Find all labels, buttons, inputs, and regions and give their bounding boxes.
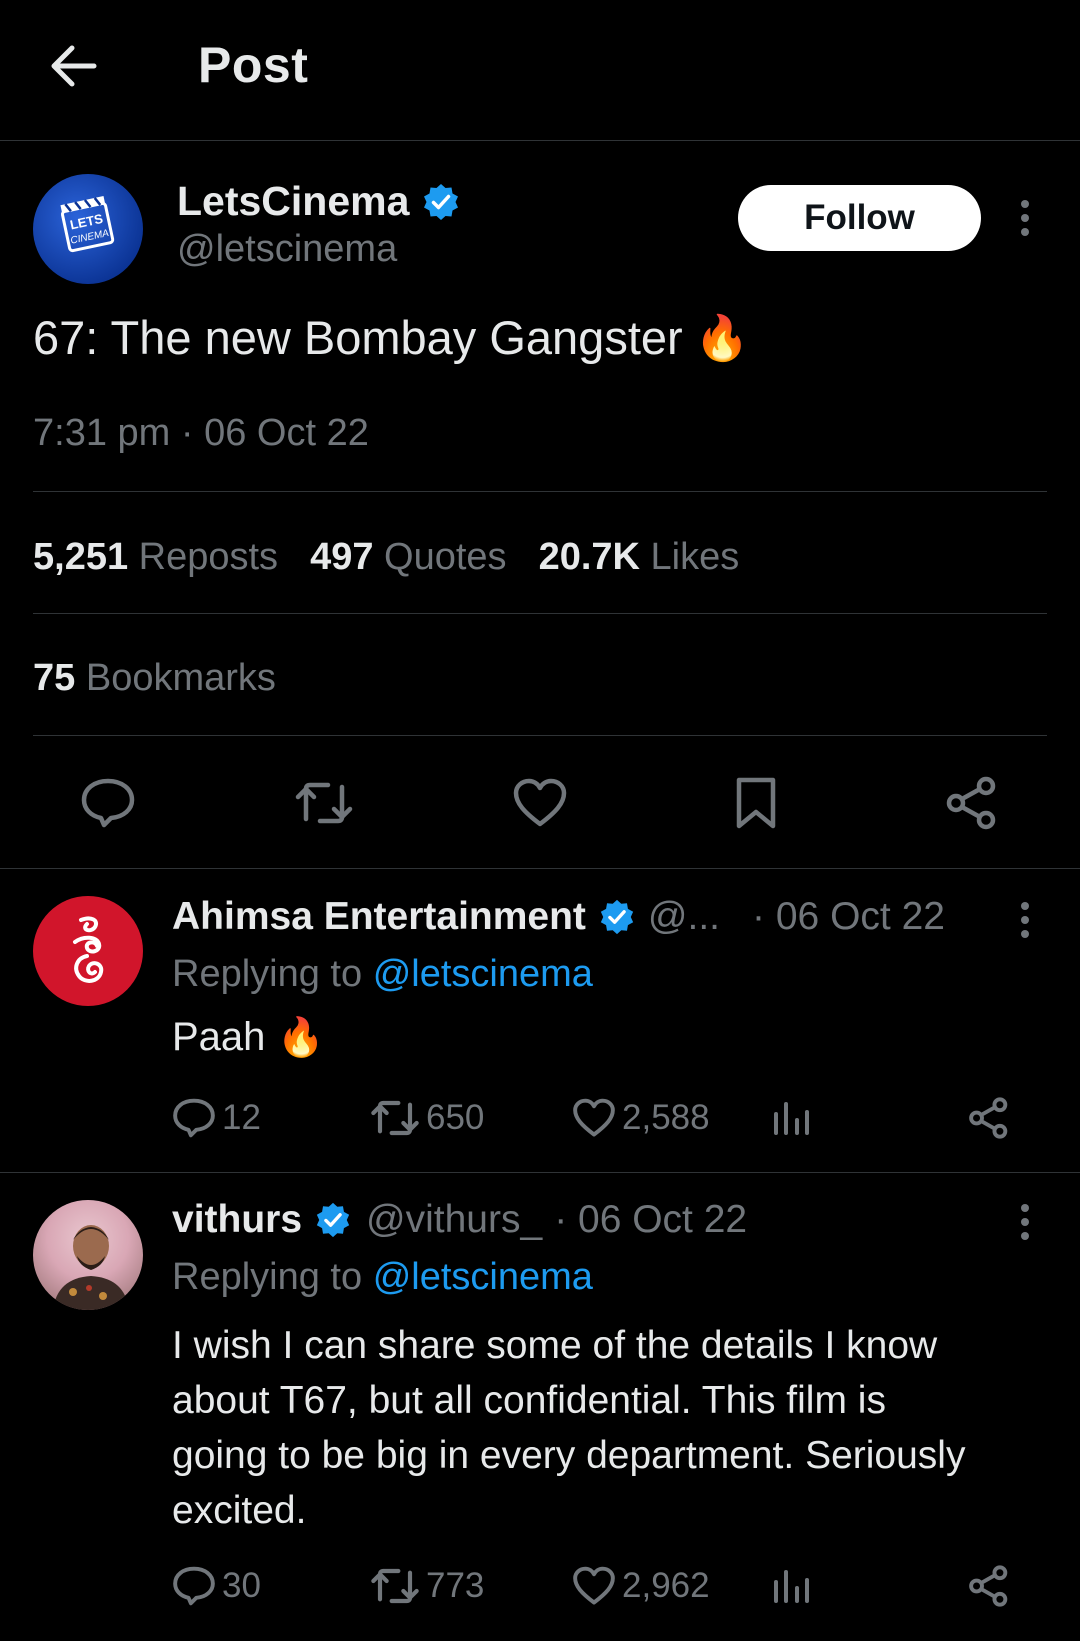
replying-to: Replying to @letscinema <box>172 953 593 995</box>
views-button[interactable] <box>772 1090 812 1146</box>
page-title: Post <box>198 37 309 93</box>
author-name[interactable]: LetsCinema <box>177 178 461 225</box>
bookmarks-stat[interactable]: 75 Bookmarks <box>33 657 276 700</box>
share-button[interactable] <box>968 1090 1010 1146</box>
share-icon <box>969 1097 1008 1139</box>
like-count: 2,588 <box>622 1098 710 1137</box>
divider <box>33 735 1047 736</box>
follow-button[interactable]: Follow <box>738 185 981 251</box>
header-divider <box>0 140 1080 141</box>
avatar[interactable]: LETS CINEMA <box>33 174 143 284</box>
like-count: 2,962 <box>622 1566 710 1605</box>
share-button[interactable] <box>968 1558 1010 1614</box>
heart-icon <box>573 1566 615 1605</box>
comment-icon <box>173 1566 215 1606</box>
comment-icon <box>173 1098 215 1138</box>
more-options-button[interactable] <box>1010 892 1040 948</box>
like-button[interactable]: 2,962 <box>572 1558 710 1614</box>
comment-icon <box>81 778 135 828</box>
reply-button[interactable]: 12 <box>172 1090 261 1146</box>
mention-link[interactable]: @letscinema <box>373 953 593 995</box>
analytics-icon <box>774 1570 809 1603</box>
repost-button[interactable]: 773 <box>370 1558 484 1614</box>
kebab-menu-icon <box>1021 200 1029 236</box>
heart-icon <box>573 1098 615 1137</box>
like-button[interactable]: 2,588 <box>572 1090 710 1146</box>
reply-header: Ahimsa Entertainment @... · 06 Oct 22 <box>172 895 945 939</box>
avatar[interactable] <box>33 896 143 1006</box>
likes-stat[interactable]: 20.7K Likes <box>539 536 740 579</box>
letscinema-logo-icon: LETS CINEMA <box>60 196 115 253</box>
reply-action-bar: 12 650 2,588 <box>172 1090 1042 1146</box>
repost-button[interactable] <box>292 771 356 835</box>
author-name-label: LetsCinema <box>177 178 410 224</box>
divider <box>33 491 1047 492</box>
divider <box>33 613 1047 614</box>
reply-text: Paah 🔥 <box>172 1015 325 1059</box>
reply-text: I wish I can share some of the details I… <box>172 1324 966 1532</box>
kebab-menu-icon <box>1021 1204 1029 1240</box>
reply-count: 30 <box>222 1566 261 1605</box>
analytics-icon <box>774 1102 809 1135</box>
mention-link[interactable]: @letscinema <box>373 1256 593 1298</box>
repost-icon <box>295 782 353 824</box>
bookmarks-stat-row: 75 Bookmarks <box>33 657 276 700</box>
reply-author-handle[interactable]: @vithurs_ <box>366 1198 542 1242</box>
post-text-content: 67: The new Bombay Gangster <box>33 311 683 364</box>
replying-to: Replying to @letscinema <box>172 1256 593 1298</box>
verified-badge-icon <box>600 899 634 935</box>
bookmark-icon <box>736 777 776 829</box>
fire-emoji: 🔥 <box>694 313 750 363</box>
engagement-stats: 5,251 Reposts 497 Quotes 20.7K Likes <box>33 536 739 579</box>
views-button[interactable] <box>772 1558 812 1614</box>
vithurs-profile-photo <box>53 1225 129 1310</box>
reply-author-name[interactable]: vithurs <box>172 1198 302 1242</box>
repost-count: 773 <box>426 1566 485 1605</box>
reply-button[interactable]: 30 <box>172 1558 261 1614</box>
heart-icon <box>513 778 567 827</box>
reply-count: 12 <box>222 1098 261 1137</box>
verified-badge-icon <box>316 1202 350 1238</box>
reply-header: vithurs @vithurs_ · 06 Oct 22 <box>172 1198 747 1242</box>
reply-author-handle[interactable]: @... <box>648 895 720 939</box>
reply-button[interactable] <box>76 771 140 835</box>
share-icon <box>946 776 996 830</box>
fire-emoji: 🔥 <box>277 1016 325 1059</box>
post-text: 67: The new Bombay Gangster 🔥 <box>33 310 749 365</box>
post-timestamp[interactable]: 7:31 pm · 06 Oct 22 <box>33 412 369 455</box>
reposts-stat[interactable]: 5,251 Reposts <box>33 536 278 579</box>
ahimsa-logo-icon <box>73 916 104 983</box>
arrow-left-icon <box>51 45 97 87</box>
avatar[interactable] <box>33 1200 143 1310</box>
repost-count: 650 <box>426 1098 485 1137</box>
reply-action-bar: 30 773 2,962 <box>172 1558 1042 1614</box>
back-button[interactable] <box>44 36 104 96</box>
divider <box>0 1172 1080 1173</box>
more-options-button[interactable] <box>1010 190 1040 246</box>
share-button[interactable] <box>940 771 1004 835</box>
repost-icon <box>371 1100 419 1136</box>
quotes-stat[interactable]: 497 Quotes <box>310 536 507 579</box>
repost-button[interactable]: 650 <box>370 1090 484 1146</box>
author-handle[interactable]: @letscinema <box>177 228 397 271</box>
divider <box>0 868 1080 869</box>
more-options-button[interactable] <box>1010 1194 1040 1250</box>
kebab-menu-icon <box>1021 902 1029 938</box>
repost-icon <box>371 1568 419 1604</box>
verified-badge-icon <box>424 183 459 220</box>
reply-author-name[interactable]: Ahimsa Entertainment <box>172 895 586 939</box>
share-icon <box>969 1565 1008 1607</box>
like-button[interactable] <box>508 771 572 835</box>
reply-date[interactable]: · 06 Oct 22 <box>752 895 945 939</box>
bookmark-button[interactable] <box>724 771 788 835</box>
reply-date[interactable]: · 06 Oct 22 <box>554 1198 747 1242</box>
